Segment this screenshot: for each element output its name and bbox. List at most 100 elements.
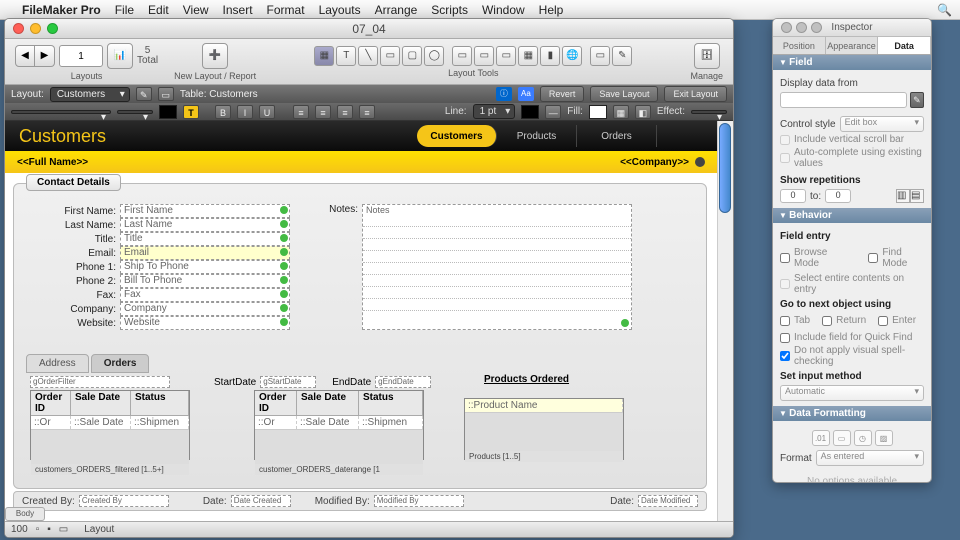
pencil-icon[interactable]: ✎ xyxy=(910,92,924,108)
selection-tool[interactable]: ▦ xyxy=(314,46,334,66)
text-color-swatch[interactable] xyxy=(159,105,177,119)
format-time-icon[interactable]: ◷ xyxy=(854,430,872,446)
portal-orders-filtered[interactable]: Order IDSale DateStatus ::Or::Sale Date:… xyxy=(30,390,190,460)
rep-vertical-button[interactable]: ▥ xyxy=(896,189,910,203)
field-firstname[interactable]: First Name xyxy=(120,204,290,218)
zoom-in-icon[interactable]: ▪ xyxy=(47,524,51,535)
format-number-icon[interactable]: .01 xyxy=(812,430,830,446)
layout-number-field[interactable]: 1 xyxy=(59,45,103,67)
italic-button[interactable]: I xyxy=(237,105,253,119)
input-rep-to[interactable]: 0 xyxy=(825,189,851,203)
portal-products[interactable]: ::Product Name Products [1..5] xyxy=(464,398,624,460)
portal-tool[interactable]: ▦ xyxy=(518,46,538,66)
field-product-name[interactable]: ::Product Name xyxy=(465,399,623,412)
nav-products[interactable]: Products xyxy=(497,125,577,147)
control-tool[interactable]: ▭ xyxy=(474,46,494,66)
field-phone2[interactable]: Bill To Phone xyxy=(120,274,290,288)
font-select[interactable] xyxy=(11,110,111,114)
inspector-tab-position[interactable]: Position xyxy=(773,37,826,54)
align-center-button[interactable]: ≡ xyxy=(315,105,331,119)
align-justify-button[interactable]: ≡ xyxy=(359,105,375,119)
menu-edit[interactable]: Edit xyxy=(148,3,169,17)
save-layout-button[interactable]: Save Layout xyxy=(590,86,658,102)
webviewer-tool[interactable]: 🌐 xyxy=(562,46,582,66)
field-modifiedby[interactable]: Modified By xyxy=(374,495,464,507)
line-color-swatch[interactable] xyxy=(521,105,539,119)
underline-button[interactable]: U xyxy=(259,105,275,119)
input-rep-from[interactable]: 0 xyxy=(780,189,806,203)
rect-tool[interactable]: ▭ xyxy=(380,46,400,66)
vertical-scrollbar[interactable] xyxy=(717,121,733,538)
input-display-from[interactable] xyxy=(780,92,907,108)
effect-select[interactable] xyxy=(691,110,727,114)
menu-file[interactable]: File xyxy=(115,3,134,17)
format-graphic-icon[interactable]: ▨ xyxy=(875,430,893,446)
part-tool[interactable]: ▭ xyxy=(590,46,610,66)
select-control-style[interactable]: Edit box xyxy=(840,116,924,132)
cb-spellcheck[interactable] xyxy=(780,351,790,361)
subtab-orders[interactable]: Orders xyxy=(91,354,150,373)
line-style-button[interactable]: — xyxy=(545,105,561,119)
format-date-icon[interactable]: ▭ xyxy=(833,430,851,446)
section-field[interactable]: Field xyxy=(773,55,931,70)
align-left-button[interactable]: ≡ xyxy=(293,105,309,119)
chart-tool[interactable]: ▮ xyxy=(540,46,560,66)
inspector-tab-appearance[interactable]: Appearance xyxy=(826,37,879,54)
menu-window[interactable]: Window xyxy=(482,3,525,17)
gradient-button[interactable]: ◧ xyxy=(635,105,651,119)
format-painter-tool[interactable]: ✎ xyxy=(612,46,632,66)
menu-insert[interactable]: Insert xyxy=(223,3,253,17)
menu-scripts[interactable]: Scripts xyxy=(431,3,468,17)
roundrect-tool[interactable]: ▢ xyxy=(402,46,422,66)
aa-toggle[interactable]: Aa xyxy=(518,87,534,101)
nav-customers[interactable]: Customers xyxy=(417,125,497,147)
theme-icon[interactable]: ▭ xyxy=(158,87,174,101)
fill-color-swatch[interactable] xyxy=(589,105,607,119)
cb-find-mode[interactable] xyxy=(868,253,878,263)
next-layout-button[interactable]: ▶ xyxy=(35,45,55,67)
field-fax[interactable]: Fax xyxy=(120,288,290,302)
field-lastname[interactable]: Last Name xyxy=(120,218,290,232)
field-notes[interactable]: Notes xyxy=(362,204,632,330)
manage-button[interactable]: 🗄 xyxy=(694,43,720,69)
nav-orders[interactable]: Orders xyxy=(577,125,657,147)
layout-canvas[interactable]: Customers Customers Products Orders <<Fu… xyxy=(5,121,733,538)
select-format[interactable]: As entered xyxy=(816,450,924,466)
fill-pattern-button[interactable]: ▦ xyxy=(613,105,629,119)
revert-button[interactable]: Revert xyxy=(540,86,585,102)
cb-browse-mode[interactable] xyxy=(780,253,790,263)
section-behavior[interactable]: Behavior xyxy=(773,208,931,223)
field-orderfilter[interactable]: gOrderFilter xyxy=(30,376,170,388)
prev-layout-button[interactable]: ◀ xyxy=(15,45,35,67)
line-width-select[interactable]: 1 pt xyxy=(473,104,516,119)
field-datemodified[interactable]: Date Modified xyxy=(638,495,698,507)
size-select[interactable] xyxy=(117,110,153,114)
edit-layout-icon[interactable]: ✎ xyxy=(136,87,152,101)
menu-help[interactable]: Help xyxy=(539,3,564,17)
highlight-button[interactable]: T xyxy=(183,105,199,119)
field-tool[interactable]: ▭ xyxy=(452,46,472,66)
app-menu[interactable]: FileMaker Pro xyxy=(22,3,101,17)
cb-tab[interactable] xyxy=(780,316,790,326)
menu-format[interactable]: Format xyxy=(267,3,305,17)
field-datecreated[interactable]: Date Created xyxy=(231,495,291,507)
oval-tool[interactable]: ◯ xyxy=(424,46,444,66)
field-website[interactable]: Website xyxy=(120,316,290,330)
section-data-formatting[interactable]: Data Formatting xyxy=(773,406,931,421)
select-input-method[interactable]: Automatic xyxy=(780,385,924,401)
field-createdby[interactable]: Created By xyxy=(79,495,169,507)
line-tool[interactable]: ╲ xyxy=(358,46,378,66)
spotlight-icon[interactable]: 🔍 xyxy=(937,3,952,17)
part-label-body[interactable]: Body xyxy=(5,507,45,521)
layouts-popup-button[interactable]: 📊 xyxy=(107,43,133,69)
menu-view[interactable]: View xyxy=(183,3,209,17)
exit-layout-button[interactable]: Exit Layout xyxy=(664,86,727,102)
field-title[interactable]: Title xyxy=(120,232,290,246)
subtab-address[interactable]: Address xyxy=(26,354,89,373)
cb-enter[interactable] xyxy=(878,316,888,326)
tab-tool[interactable]: ▭ xyxy=(496,46,516,66)
field-company[interactable]: Company xyxy=(120,302,290,316)
layout-select[interactable]: Customers xyxy=(50,87,130,102)
align-right-button[interactable]: ≡ xyxy=(337,105,353,119)
field-enddate[interactable]: gEndDate xyxy=(375,376,431,388)
